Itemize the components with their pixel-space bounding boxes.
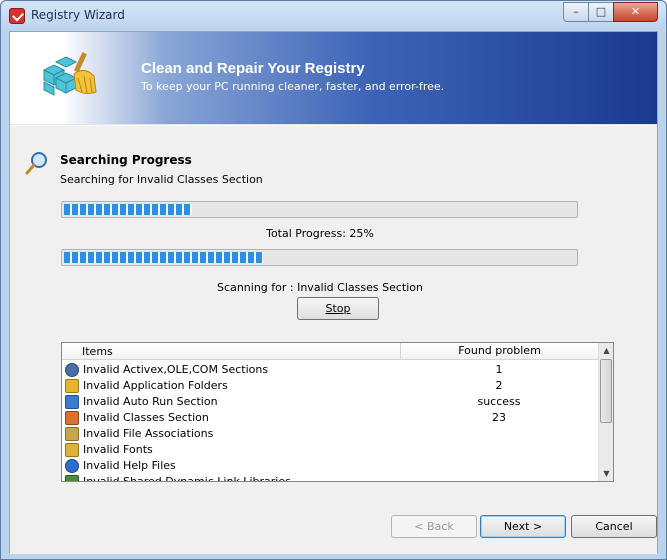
fonts-folder-icon <box>65 443 79 457</box>
column-header-found-problem[interactable]: Found problem <box>400 343 598 360</box>
section-progress-fill <box>64 204 192 215</box>
list-item-name: Invalid File Associations <box>83 427 214 440</box>
scroll-down-arrow-icon[interactable]: ▼ <box>599 466 613 481</box>
list-item-found-problem: 1 <box>495 363 503 376</box>
section-progress-bar <box>61 201 578 218</box>
list-item-found-problem: 2 <box>495 379 503 392</box>
list-item-name: Invalid Auto Run Section <box>83 395 218 408</box>
list-item[interactable]: Invalid Fonts <box>62 442 598 458</box>
dll-icon <box>65 475 79 481</box>
list-item[interactable]: Invalid Activex,OLE,COM Sections 1 <box>62 362 598 378</box>
classes-icon <box>65 411 79 425</box>
maximize-button[interactable]: □ <box>588 2 614 22</box>
list-item[interactable]: Invalid Application Folders 2 <box>62 378 598 394</box>
minimize-button[interactable]: – <box>563 2 589 22</box>
stop-button[interactable]: Stop <box>297 297 379 320</box>
folder-check-icon <box>65 379 79 393</box>
next-button[interactable]: Next > <box>480 515 566 538</box>
registry-wizard-window: Registry Wizard – □ ✕ Clean and Repair Y… <box>0 0 667 560</box>
list-item[interactable]: Invalid Shared Dynamic Link Libraries <box>62 474 598 482</box>
total-progress-bar <box>61 249 578 266</box>
cancel-button[interactable]: Cancel <box>571 515 657 538</box>
close-button[interactable]: ✕ <box>613 2 658 22</box>
help-icon <box>65 459 79 473</box>
back-button[interactable]: < Back <box>391 515 477 538</box>
scan-results-list[interactable]: Items Found problem Invalid Activex,OLE,… <box>61 342 614 482</box>
list-item[interactable]: Invalid Auto Run Section success <box>62 394 598 410</box>
list-item-name: Invalid Help Files <box>83 459 176 472</box>
list-item-found-problem: 23 <box>492 411 506 424</box>
scroll-up-arrow-icon[interactable]: ▲ <box>599 343 613 358</box>
scroll-thumb[interactable] <box>600 359 612 423</box>
total-progress-fill <box>64 252 264 263</box>
list-item-name: Invalid Fonts <box>83 443 153 456</box>
list-item-name: Invalid Classes Section <box>83 411 209 424</box>
registry-cleaner-logo-icon <box>42 52 97 96</box>
stop-button-label: Stop <box>325 302 351 315</box>
list-item[interactable]: Invalid Classes Section 23 <box>62 410 598 426</box>
app-icon <box>9 8 25 24</box>
wizard-body <box>10 126 657 554</box>
list-scrollbar[interactable]: ▲ ▼ <box>598 343 613 481</box>
gear-icon <box>65 363 79 377</box>
header-subtitle: To keep your PC running cleaner, faster,… <box>141 80 445 93</box>
scanning-label: Scanning for : Invalid Classes Section <box>217 281 423 294</box>
autorun-icon <box>65 395 79 409</box>
list-item[interactable]: Invalid Help Files <box>62 458 598 474</box>
title-bar[interactable]: Registry Wizard – □ ✕ <box>1 1 666 31</box>
window-title: Registry Wizard <box>31 8 125 22</box>
list-item-name: Invalid Activex,OLE,COM Sections <box>83 363 269 376</box>
list-item-name: Invalid Shared Dynamic Link Libraries <box>83 475 291 482</box>
list-header: Items Found problem <box>62 343 598 360</box>
list-item-name: Invalid Application Folders <box>83 379 228 392</box>
list-item[interactable]: Invalid File Associations <box>62 426 598 442</box>
current-section-label: Searching for Invalid Classes Section <box>60 173 263 186</box>
header-title: Clean and Repair Your Registry <box>141 60 365 77</box>
total-progress-label: Total Progress: 25% <box>266 227 374 240</box>
column-header-items[interactable]: Items <box>82 345 113 358</box>
list-item-found-problem: success <box>477 395 521 408</box>
progress-title: Searching Progress <box>60 153 192 167</box>
wizard-header: Clean and Repair Your Registry To keep y… <box>10 32 657 124</box>
file-association-icon <box>65 427 79 441</box>
magnifier-icon <box>25 152 47 175</box>
